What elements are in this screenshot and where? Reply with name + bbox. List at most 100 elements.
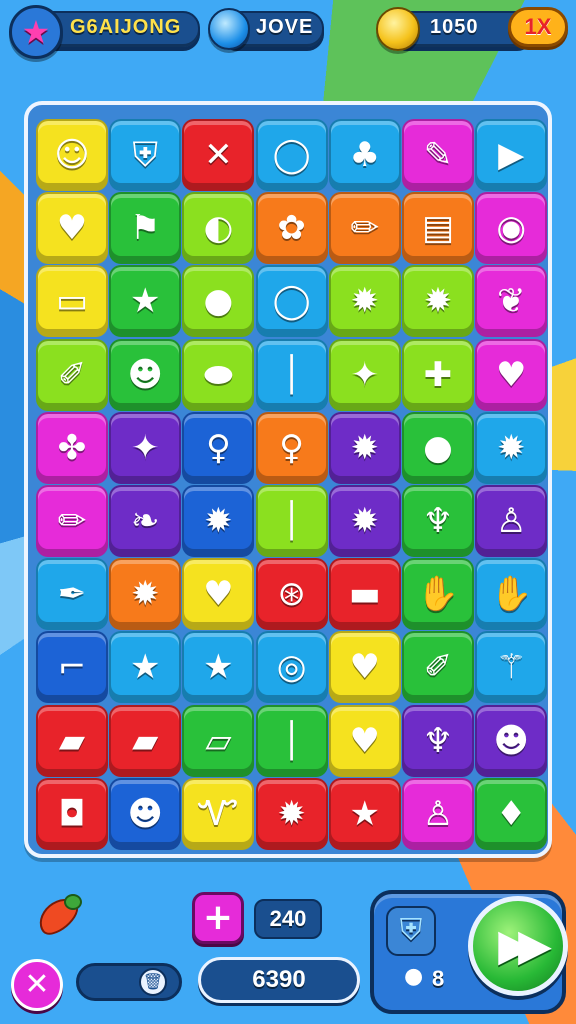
board-tile[interactable]: ✚ [402,338,474,411]
board-tile[interactable]: ⬬ [182,338,255,411]
gear-icon: ✹ [423,281,453,322]
fast-forward-icon: ▶▶ [498,920,552,971]
board-tile[interactable]: ☻ [475,704,548,777]
board-tile[interactable]: ✹ [109,558,182,631]
board-tile[interactable]: ✕ [182,119,255,191]
board-tile[interactable]: ★ [109,631,182,704]
board-tile[interactable]: ▰ [109,704,182,777]
board-tile[interactable]: ★ [182,631,255,704]
board-tile[interactable]: ♥ [475,338,548,411]
board-tile[interactable]: ⛨ [109,119,182,191]
pencil-icon: ✏ [350,208,380,249]
multiplier-button[interactable]: 1X [508,7,568,47]
board-tile[interactable]: ★ [109,265,182,338]
board-tile[interactable]: ✹ [182,485,255,557]
board-tile[interactable]: ♣ [328,119,401,191]
shield-booster-button[interactable]: ⛨ [386,906,436,956]
board-tile[interactable]: ✐ [36,338,108,411]
close-button[interactable]: ✕ [11,959,63,1011]
player-badge[interactable]: ★ [9,5,63,59]
board-tile[interactable]: Ꮙ [182,777,255,850]
board-tile[interactable]: ♆ [402,485,474,557]
board-tile[interactable]: │ [255,338,328,411]
add-moves-button[interactable]: + [192,892,244,944]
board-tile[interactable]: ♆ [402,704,474,777]
board-tile[interactable]: ♥ [328,631,401,704]
bonus-count: 8 [432,966,445,991]
carrot-leaf [64,894,82,910]
board-tile[interactable]: ◘ [36,777,108,850]
board-tile[interactable]: ✹ [475,411,548,484]
board-tile[interactable]: ☻ [109,777,182,850]
key-icon: ♀ [205,427,231,468]
board-tile[interactable]: ✹ [402,265,474,338]
board-tile[interactable]: ⊛ [255,558,328,631]
wand-icon: ⚚ [495,647,527,688]
board-tile[interactable]: ⌐ [36,631,108,704]
heart-icon: ♥ [203,574,234,615]
board-tile[interactable]: ♀ [182,411,255,484]
board-tile[interactable]: ✦ [109,411,182,484]
bone-icon: ✚ [423,354,453,395]
board-tile[interactable]: ☻ [109,338,182,411]
tile-grid: ☺ ⛨ ✕ ◯ ♣ ✎ ▶ ♥ ⚑ ◐ ✿ ✏ ▤ ◉ ▭ ★ ● ◯ ✹ ✹ ❦ ✐ ☻ ⬬ │ ✦ ✚ ♥ ✤ ✦ ♀ ♀ ✹ ● ✹ ✏ ❧ ✹ │ ✹… [36,119,548,850]
wheel-icon: ⊛ [277,574,306,615]
board-tile[interactable]: ● [182,265,255,338]
board-tile[interactable]: ♦ [475,777,548,850]
bonus-bomb-icon: ● [404,964,424,989]
board-tile[interactable]: ✹ [328,265,401,338]
board-tile[interactable]: ▶ [475,119,548,191]
board-tile[interactable]: ☺ [36,119,108,191]
cactus-icon: ♣ [349,135,381,175]
board-tile[interactable]: ✿ [255,192,328,265]
board-tile[interactable]: ✹ [328,485,401,557]
board-tile[interactable]: ✒ [36,558,108,631]
board-tile[interactable]: ✦ [328,338,401,411]
board-tile[interactable]: ⚚ [475,631,548,704]
board-tile[interactable]: ✋ [475,558,548,631]
board-tile[interactable]: ⚑ [109,192,182,265]
fast-forward-button[interactable]: ▶▶ [468,896,568,996]
board-tile[interactable]: ▬ [328,558,401,631]
board-tile[interactable]: ✹ [328,411,401,484]
board-tile[interactable]: ▭ [36,265,108,338]
board-tile[interactable]: ♥ [182,558,255,631]
board-tile[interactable]: │ [255,485,328,557]
board-tile[interactable]: ◎ [255,631,328,704]
board-tile[interactable]: ♀ [255,411,328,484]
board-tile[interactable]: ♥ [36,192,108,265]
brush-icon: ✒ [57,574,87,615]
pill-icon: ◐ [203,208,234,249]
moves-value: 240 [269,906,307,931]
board-tile[interactable]: ▰ [36,704,108,777]
score-value: 6390 [252,966,306,993]
chair-icon: ♙ [495,501,527,541]
board-tile[interactable]: ◉ [475,192,548,265]
board-tile[interactable]: ✋ [402,558,474,631]
board-tile[interactable]: ✏ [36,485,108,557]
board-tile[interactable]: ◯ [255,119,328,191]
board-tile[interactable]: ♥ [328,704,401,777]
board-tile[interactable]: ✐ [402,631,474,704]
board-tile[interactable]: │ [255,704,328,777]
ball-icon: ◉ [496,208,527,249]
board-tile[interactable]: ◯ [255,265,328,338]
board-tile[interactable]: ♙ [402,777,474,850]
board-tile[interactable]: ✏ [328,192,401,265]
board-tile[interactable]: ✹ [255,777,328,850]
player-name: G6AIJONG [70,16,182,38]
board-tile[interactable]: ▤ [402,192,474,265]
board-tile[interactable]: ▱ [182,704,255,777]
board-tile[interactable]: ✎ [402,119,474,191]
board-tile[interactable]: ♙ [475,485,548,557]
board-tile[interactable]: ★ [328,777,401,850]
board-tile[interactable]: ● [402,411,474,484]
board-tile[interactable]: ◐ [182,192,255,265]
paper-icon: ▰ [58,720,86,761]
board-tile[interactable]: ✤ [36,411,108,484]
board-tile[interactable]: ❦ [475,265,548,338]
carrot-powerup[interactable] [30,891,86,948]
cookie-icon: ✿ [277,208,306,249]
board-tile[interactable]: ❧ [109,485,182,557]
crayon-icon: ✐ [57,354,87,395]
